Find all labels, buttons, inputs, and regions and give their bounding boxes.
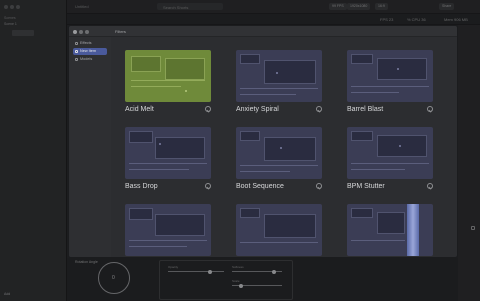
apply-filter-icon[interactable] <box>316 106 322 112</box>
modal-sidebar: Effects New Item Models <box>69 37 111 257</box>
sidebar-item-models[interactable]: Models <box>73 56 107 63</box>
filter-name: Boot Sequence <box>236 183 284 190</box>
filter-thumbnail <box>236 50 322 102</box>
apply-filter-icon[interactable] <box>205 183 211 189</box>
filter-name: Bass Drop <box>125 183 158 190</box>
filter-name: Acid Melt <box>125 106 154 113</box>
sidebar-item-effects[interactable]: Effects <box>73 40 107 47</box>
filter-name: BPM Stutter <box>347 183 385 190</box>
filter-name: Barrel Blast <box>347 106 384 113</box>
filter-thumbnail <box>125 204 211 256</box>
apply-filter-icon[interactable] <box>316 183 322 189</box>
filter-thumbnail <box>236 127 322 179</box>
modal-minimize-button[interactable] <box>79 29 83 34</box>
filter-thumbnail <box>125 127 211 179</box>
sidebar-item-label: New Item <box>80 49 97 53</box>
filter-thumbnail <box>236 204 322 256</box>
filter-thumbnail <box>125 50 211 102</box>
filters-modal: Filters Effects New Item Models Acid Mel… <box>68 25 458 258</box>
modal-titlebar: Filters <box>69 26 457 37</box>
plus-icon <box>75 50 78 53</box>
light-streak <box>407 204 419 256</box>
modal-close-button[interactable] <box>73 29 77 34</box>
sidebar-item-label: Models <box>80 57 93 61</box>
cube-icon <box>75 58 78 61</box>
modal-title: Filters <box>115 29 126 34</box>
filter-thumbnail <box>347 204 433 256</box>
sidebar-item-new-item[interactable]: New Item <box>73 48 107 55</box>
filter-thumbnail <box>347 127 433 179</box>
filter-name: Anxiety Spiral <box>236 106 279 113</box>
filter-thumbnail <box>347 50 433 102</box>
modal-zoom-button[interactable] <box>85 29 89 34</box>
filter-grid: Acid Melt Anxiety Spiral Barrel Blast Ba… <box>121 46 446 257</box>
apply-filter-icon[interactable] <box>427 106 433 112</box>
sparkle-icon <box>75 42 78 45</box>
apply-filter-icon[interactable] <box>427 183 433 189</box>
sidebar-item-label: Effects <box>80 41 92 45</box>
apply-filter-icon[interactable] <box>205 106 211 112</box>
